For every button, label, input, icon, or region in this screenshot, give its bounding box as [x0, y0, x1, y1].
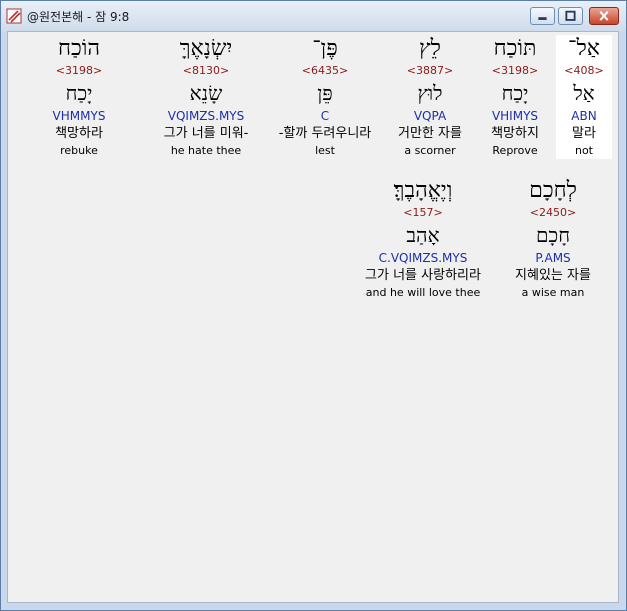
minimize-button[interactable]: [530, 7, 555, 25]
window-title: @원전본해 - 잠 9:8: [27, 10, 130, 24]
word-cell[interactable]: הוֹכַח <3198> יָכַח VHMMYS 책망하라 rebuke: [38, 35, 120, 159]
english-gloss: a scorner: [404, 144, 456, 157]
strong-number[interactable]: <8130>: [148, 63, 264, 79]
hebrew-root: אַל: [573, 81, 595, 105]
hebrew-root: לוּץ: [417, 81, 443, 105]
hebrew-word: הוֹכַח: [57, 36, 101, 61]
english-gloss: rebuke: [60, 144, 98, 157]
word-cell[interactable]: תּוֹכַח <3198> יָכַח VHIMYS 책망하지 Reprove: [475, 35, 555, 159]
strong-number[interactable]: <3198>: [475, 63, 555, 79]
maximize-icon: [565, 10, 576, 21]
hebrew-root: שָׂנֵא: [189, 81, 223, 105]
english-gloss: a wise man: [521, 286, 585, 299]
hebrew-word: אַל־: [568, 36, 600, 61]
parse-code: C.VQIMZS.MYS: [378, 251, 468, 265]
parse-code: VQIMZS.MYS: [167, 109, 245, 123]
word-cell[interactable]: יִשְׂנָאֶךָּ <8130> שָׂנֵא VQIMZS.MYS 그가…: [148, 35, 264, 159]
strong-number[interactable]: <6435>: [266, 63, 384, 79]
hebrew-word: לְחָכָם: [529, 178, 577, 203]
korean-gloss: 책망하라: [55, 126, 103, 141]
word-cell[interactable]: לְחָכָם <2450> חָכָם P.AMS 지혜있는 자를 a wis…: [503, 177, 603, 301]
hebrew-root: פֵּן: [317, 81, 333, 105]
english-gloss: Reprove: [492, 144, 538, 157]
app-icon: [6, 8, 22, 24]
close-icon: [599, 11, 609, 21]
parse-code: VHIMYS: [491, 109, 539, 123]
hebrew-word: תּוֹכַח: [493, 36, 537, 61]
english-gloss: not: [574, 144, 593, 157]
english-gloss: and he will love thee: [365, 286, 481, 299]
korean-gloss: 지혜있는 자를: [515, 268, 591, 283]
strong-number[interactable]: <408>: [556, 63, 612, 79]
title-bar[interactable]: @원전본해 - 잠 9:8: [1, 1, 626, 31]
parse-code: VQPA: [413, 109, 447, 123]
hebrew-root: אָהַב: [406, 223, 440, 247]
korean-gloss: 그가 너를 사랑하리라: [365, 268, 481, 283]
english-gloss: he hate thee: [170, 144, 242, 157]
word-cell[interactable]: אַל־ <408> אַל ABN 말라 not: [556, 35, 612, 159]
parse-code: VHMMYS: [52, 109, 106, 123]
hebrew-word: וְיֶאֱהָבֶךָּ׃: [393, 178, 453, 203]
parse-code: C: [320, 109, 330, 123]
parse-code: P.AMS: [535, 251, 571, 265]
hebrew-root: יָכַח: [501, 81, 529, 105]
minimize-icon: [538, 17, 547, 20]
strong-number[interactable]: <2450>: [503, 205, 603, 221]
hebrew-word: פֶּן־: [312, 36, 338, 61]
hebrew-root: חָכָם: [535, 223, 571, 247]
korean-gloss: 거만한 자를: [398, 126, 462, 141]
hebrew-word: לֵץ: [419, 36, 441, 61]
app-window: @원전본해 - 잠 9:8 אַל־ <408> אַל ABN 말라 not …: [0, 0, 627, 611]
korean-gloss: 말라: [572, 126, 596, 141]
korean-gloss: 그가 너를 미워-: [163, 126, 249, 141]
word-cell[interactable]: פֶּן־ <6435> פֵּן C -할까 두려우니라 lest: [266, 35, 384, 159]
strong-number[interactable]: <3198>: [38, 63, 120, 79]
word-cell[interactable]: וְיֶאֱהָבֶךָּ׃ <157> אָהַב C.VQIMZS.MYS …: [348, 177, 498, 301]
strong-number[interactable]: <157>: [348, 205, 498, 221]
korean-gloss: 책망하지: [491, 126, 539, 141]
hebrew-word: יִשְׂנָאֶךָּ: [179, 36, 233, 61]
parse-code: ABN: [571, 109, 597, 123]
interlinear-panel: אַל־ <408> אַל ABN 말라 not תּוֹכַח <3198>…: [7, 31, 619, 603]
korean-gloss: -할까 두려우니라: [278, 126, 372, 141]
word-cell[interactable]: לֵץ <3887> לוּץ VQPA 거만한 자를 a scorner: [385, 35, 475, 159]
english-gloss: lest: [315, 144, 335, 157]
maximize-button[interactable]: [558, 7, 583, 25]
strong-number[interactable]: <3887>: [385, 63, 475, 79]
close-button[interactable]: [589, 7, 619, 25]
hebrew-root: יָכַח: [65, 81, 93, 105]
